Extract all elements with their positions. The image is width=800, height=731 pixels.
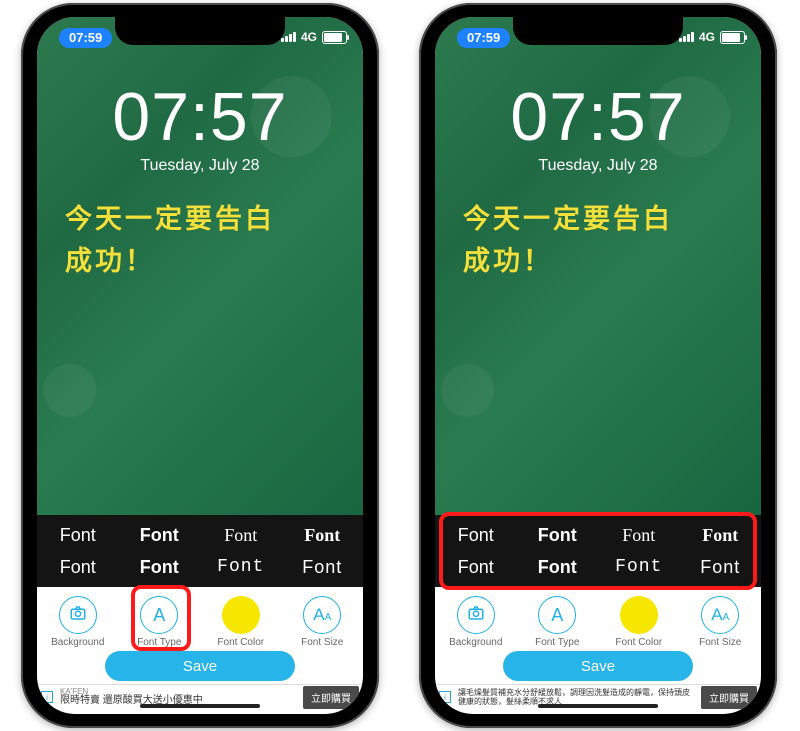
color-swatch-icon (222, 596, 260, 634)
home-indicator[interactable] (140, 704, 260, 708)
tool-font-color[interactable]: Font Color (598, 596, 680, 648)
tool-label: Font Color (217, 637, 264, 648)
tool-background[interactable]: Background (435, 596, 517, 648)
tool-font-type[interactable]: A Font Type (517, 596, 599, 648)
handwriting-text[interactable]: 今天一定要告白 成功！ (65, 199, 335, 283)
tool-row: Background A Font Type Font Color AA Fon… (435, 587, 761, 653)
font-size-icon: AA (711, 605, 729, 625)
font-option[interactable]: Font (435, 557, 517, 578)
letter-a-icon: A (153, 605, 165, 626)
lock-date: Tuesday, July 28 (435, 157, 761, 175)
font-option[interactable]: Font (200, 525, 282, 546)
font-option[interactable]: Font (119, 557, 201, 578)
lock-clock: 07:57 Tuesday, July 28 (435, 83, 761, 175)
letter-a-icon: A (551, 605, 563, 626)
font-panel: Font Font Font Font Font Font Font Font (37, 515, 363, 587)
notch (115, 17, 285, 45)
camera-icon (467, 604, 485, 627)
ad-cta-button[interactable]: 立即購買 (303, 686, 359, 709)
font-option[interactable]: Font (517, 557, 599, 578)
tool-label: Background (51, 637, 104, 648)
wallpaper: 07:59 4G 07:57 Tuesday, July 28 今天一定要告白 … (435, 17, 761, 515)
lock-time: 07:57 (37, 83, 363, 151)
font-option[interactable]: Font (435, 525, 517, 546)
ad-cta-button[interactable]: 立即購買 (701, 686, 757, 709)
font-option[interactable]: Font (680, 557, 762, 578)
font-option[interactable]: Font (119, 525, 201, 546)
tool-font-type[interactable]: A Font Type (119, 596, 201, 648)
ad-info-icon[interactable]: i (41, 691, 53, 703)
tool-label: Background (449, 637, 502, 648)
lock-date: Tuesday, July 28 (37, 157, 363, 175)
ad-info-icon[interactable]: i (439, 691, 451, 703)
font-panel: Font Font Font Font Font Font Font Font (435, 515, 761, 587)
tool-label: Font Type (535, 637, 579, 648)
color-swatch-icon (620, 596, 658, 634)
font-option[interactable]: Font (37, 557, 119, 578)
camera-icon (69, 604, 87, 627)
tool-row: Background A Font Type Font Color AA Fon… (37, 587, 363, 653)
tool-label: Font Size (699, 637, 741, 648)
font-option[interactable]: Font (680, 525, 762, 546)
font-option[interactable]: Font (200, 557, 282, 577)
wallpaper: 07:59 4G 07:57 Tuesday, July 28 今天一定要告白 … (37, 17, 363, 515)
font-option[interactable]: Font (598, 557, 680, 577)
lock-clock: 07:57 Tuesday, July 28 (37, 83, 363, 175)
lock-time: 07:57 (435, 83, 761, 151)
home-indicator[interactable] (538, 704, 658, 708)
screen: 07:59 4G 07:57 Tuesday, July 28 今天一定要告白 … (37, 17, 363, 714)
phone-right: 07:59 4G 07:57 Tuesday, July 28 今天一定要告白 … (419, 3, 777, 728)
font-size-icon: AA (313, 605, 331, 625)
save-button[interactable]: Save (503, 651, 693, 681)
font-option[interactable]: Font (598, 525, 680, 546)
font-option[interactable]: Font (37, 525, 119, 546)
tool-label: Font Type (137, 637, 181, 648)
tool-background[interactable]: Background (37, 596, 119, 648)
font-option[interactable]: Font (517, 525, 599, 546)
battery-icon (322, 31, 347, 44)
tool-font-color[interactable]: Font Color (200, 596, 282, 648)
handwriting-text[interactable]: 今天一定要告白 成功！ (463, 199, 733, 283)
tool-label: Font Size (301, 637, 343, 648)
screen: 07:59 4G 07:57 Tuesday, July 28 今天一定要告白 … (435, 17, 761, 714)
recording-pill[interactable]: 07:59 (59, 28, 112, 48)
save-button[interactable]: Save (105, 651, 295, 681)
network-label: 4G (699, 30, 715, 44)
network-label: 4G (301, 30, 317, 44)
tool-font-size[interactable]: AA Font Size (680, 596, 762, 648)
recording-pill[interactable]: 07:59 (457, 28, 510, 48)
tool-label: Font Color (615, 637, 662, 648)
tool-font-size[interactable]: AA Font Size (282, 596, 364, 648)
notch (513, 17, 683, 45)
phone-left: 07:59 4G 07:57 Tuesday, July 28 今天一定要告白 … (21, 3, 379, 728)
font-option[interactable]: Font (282, 525, 364, 546)
font-option[interactable]: Font (282, 557, 364, 578)
battery-icon (720, 31, 745, 44)
